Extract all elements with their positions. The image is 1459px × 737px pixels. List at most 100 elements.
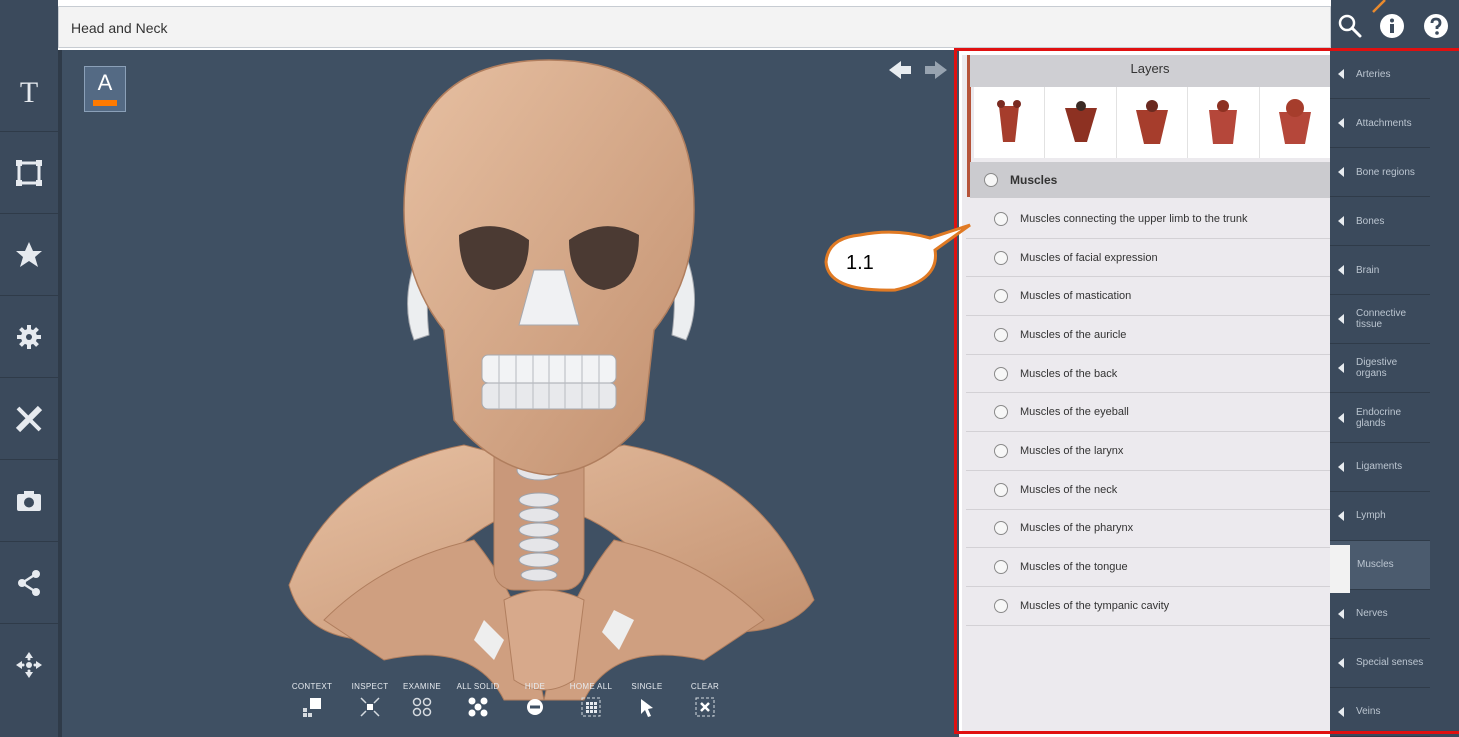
info-icon[interactable] [1379,13,1405,39]
nav-arrows [889,61,947,79]
layer-item[interactable]: Muscles of the pharynx [966,509,1330,549]
context-icon [303,698,321,717]
svg-text:T: T [20,76,38,106]
torso-muscle-thumbnail-icon [1136,99,1169,144]
radio-button[interactable] [994,598,1008,613]
layer-thumbnail-4[interactable] [1188,87,1260,158]
examine-label: EXAMINE [402,682,442,691]
clear-button[interactable]: CLEAR [675,682,735,718]
category-bone-regions[interactable]: Bone regions [1330,148,1430,198]
share-icon [18,569,40,596]
layer-item[interactable]: Muscles of the tongue [966,548,1330,587]
triangle-left-icon [1338,510,1344,521]
radio-button[interactable] [994,289,1008,304]
layer-thumbnail-2[interactable] [1045,87,1117,158]
move-button[interactable] [0,624,58,706]
layer-item[interactable]: Muscles connecting the upper limb to the… [966,200,1330,239]
left-toolbar: T [0,50,58,737]
layer-item[interactable]: Muscles of the neck [966,470,1330,510]
frame-tool-button[interactable] [0,132,58,214]
layer-item[interactable]: Muscles of the tympanic cavity [966,586,1330,626]
annotate-button-label: A [97,70,113,95]
search-icon[interactable] [1337,13,1363,39]
radio-button[interactable] [994,521,1008,536]
callout-bubble [824,223,971,292]
layer-item-label: Muscles of the back [1020,367,1118,380]
window-title: Head and Neck [71,20,168,36]
settings-button[interactable] [0,296,58,378]
forward-arrow-icon[interactable] [925,61,947,79]
category-label: Muscles [1357,559,1394,571]
all-solid-button[interactable]: ALL SOLID [448,682,508,718]
category-lymph[interactable]: Lymph [1330,492,1430,541]
torso-muscle-thumbnail-icon [1209,99,1238,144]
radio-button[interactable] [994,366,1008,381]
back-arrow-icon[interactable] [889,61,911,79]
category-bones[interactable]: Bones [1330,197,1430,247]
frame-icon [16,159,42,186]
share-button[interactable] [0,542,58,624]
clear-label: CLEAR [690,682,720,691]
annotate-button[interactable]: A [84,66,126,112]
category-special-senses[interactable]: Special senses [1330,639,1430,688]
category-nerves[interactable]: Nerves [1330,590,1430,639]
examine-icon [412,697,432,717]
layer-item-label: Muscles of the eyeball [1020,406,1129,419]
text-tool-button[interactable]: T [0,50,58,132]
layer-item[interactable]: Muscles of the back [966,354,1330,394]
layer-item-label: Muscles of the larynx [1020,444,1124,457]
camera-button[interactable] [0,460,58,542]
category-label: Digestive organs [1356,357,1398,380]
category-pull-tab[interactable] [1330,545,1350,593]
single-label: SINGLE [631,682,663,691]
layer-item[interactable]: Muscles of facial expression [966,238,1330,278]
triangle-left-icon [1338,461,1344,472]
category-arteries[interactable]: Arteries [1330,50,1430,100]
context-button[interactable]: CONTEXT [282,682,342,718]
category-endocrine-glands[interactable]: Endocrine glands [1330,394,1430,443]
layer-item-label: Muscles of the tongue [1020,561,1128,574]
category-label: Attachments [1356,117,1412,129]
home-all-button[interactable]: HOME ALL [561,682,621,718]
favorites-button[interactable] [0,214,58,296]
category-brain[interactable]: Brain [1330,246,1430,296]
help-icon[interactable] [1423,13,1449,39]
category-veins[interactable]: Veins [1330,688,1430,737]
radio-button[interactable] [994,443,1008,458]
category-label: Ligaments [1356,461,1403,473]
annotation-arrow [1372,0,1386,13]
skeleton-model[interactable] [62,50,959,737]
layer-thumbnail-5[interactable] [1260,87,1330,158]
layer-thumbnail-1[interactable] [974,87,1046,158]
examine-button[interactable]: EXAMINE [392,682,452,718]
single-button[interactable]: SINGLE [617,682,677,718]
hide-button[interactable]: HIDE [505,682,565,718]
radio-button[interactable] [984,173,998,187]
radio-button[interactable] [994,405,1008,420]
triangle-left-icon [1338,216,1344,227]
category-digestive-organs[interactable]: Digestive organs [1330,344,1430,394]
category-ligaments[interactable]: Ligaments [1330,443,1430,492]
3d-viewport[interactable]: A [58,50,959,737]
radio-button[interactable] [994,250,1008,265]
layer-thumbnail-3[interactable] [1117,87,1189,158]
triangle-left-icon [1338,69,1344,80]
radio-button[interactable] [994,482,1008,497]
category-label: Special senses [1356,657,1424,669]
radio-button[interactable] [994,327,1008,342]
top-icon-bar [1331,0,1459,50]
layer-group-muscles[interactable]: Muscles [970,162,1330,198]
category-attachments[interactable]: Attachments [1330,99,1430,149]
layer-item[interactable]: Muscles of the larynx [966,432,1330,471]
layer-item[interactable]: Muscles of the auricle [966,316,1330,355]
measure-button[interactable] [0,378,58,460]
inspect-button[interactable]: INSPECT [340,682,400,718]
radio-button[interactable] [994,560,1008,575]
layer-item-label: Muscles of mastication [1020,290,1132,303]
layer-item[interactable]: Muscles of the eyeball [966,393,1330,433]
layer-item[interactable]: Muscles of mastication [966,277,1330,317]
category-connective-tissue[interactable]: Connective tissue [1330,295,1430,345]
triangle-left-icon [1338,706,1344,717]
layer-group-label: Muscles [1010,173,1058,187]
radio-button[interactable] [994,211,1008,226]
